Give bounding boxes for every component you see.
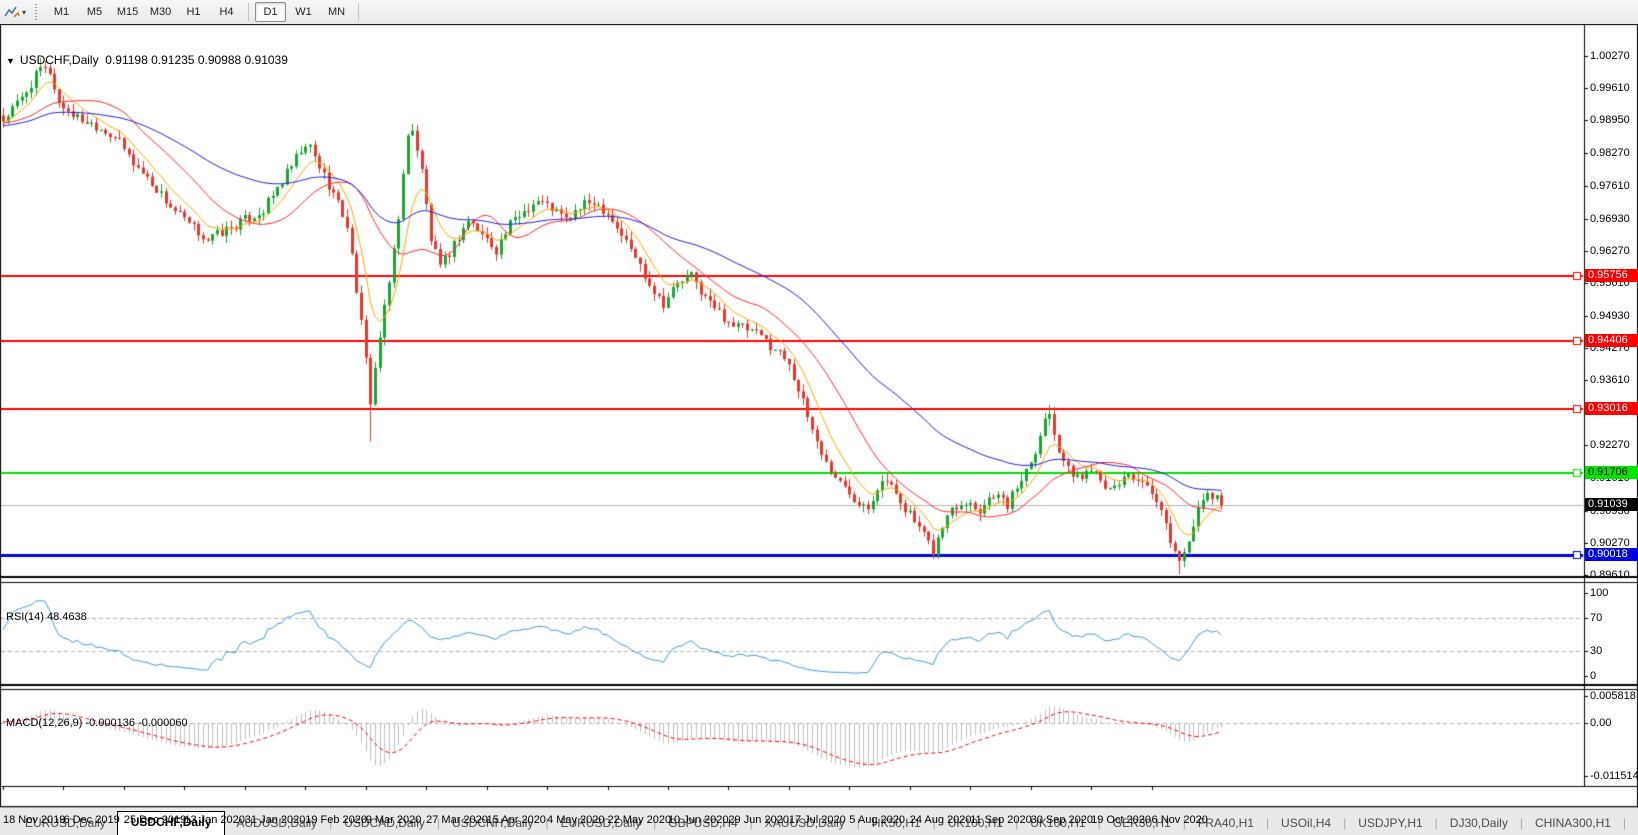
toolbar-separator <box>358 3 360 21</box>
collapse-arrow-icon[interactable]: ▼ <box>6 56 15 66</box>
chart-title-symbol: USDCHF,Daily <box>19 53 99 67</box>
price-badge: 0.95756 <box>1585 268 1638 282</box>
chevron-down-icon[interactable]: ▾ <box>22 8 26 17</box>
price-axis-label: 0.92270 <box>1590 439 1630 452</box>
timeframe-button-h1[interactable]: H1 <box>178 2 209 22</box>
rsi-axis-label: 0 <box>1590 670 1597 682</box>
macd-axis-label: 0.00 <box>1590 717 1612 729</box>
macd-indicator-label: MACD(12,26,9) -0.000136 -0.000060 <box>6 717 188 729</box>
date-axis-label: 5 Aug 2020 <box>849 814 905 826</box>
date-axis-label: 6 Nov 2020 <box>1151 814 1208 826</box>
timeframe-button-w1[interactable]: W1 <box>288 2 319 22</box>
top-toolbar: ▾ M1 M5 M15 M30 H1 H4 D1 W1 MN <box>0 0 1638 25</box>
chart-window: ▼ USDCHF,Daily 0.91198 0.91235 0.90988 0.… <box>0 24 1638 835</box>
price-axis-label: 1.00270 <box>1590 50 1630 62</box>
price-axis-label: 0.97610 <box>1590 179 1630 192</box>
macd-axis-label: -0.011514 <box>1590 770 1638 783</box>
date-axis-label: 27 Mar 2020 <box>426 814 488 826</box>
symbol-tab-usdjpy-h1[interactable]: USDJPY,H1 <box>1347 813 1433 835</box>
chart-tool-icon <box>4 6 20 18</box>
price-axis-label: 0.94930 <box>1590 309 1630 322</box>
price-badge: 0.93016 <box>1585 402 1638 416</box>
timeframe-button-h4[interactable]: H4 <box>211 2 242 22</box>
symbol-tab-usoil-h4[interactable]: USOil,H4 <box>1270 813 1342 835</box>
date-axis-label: 30 Sep 2020 <box>1030 814 1094 826</box>
chart-canvas[interactable] <box>0 24 1638 835</box>
price-axis-label: 0.90270 <box>1590 536 1630 549</box>
date-axis-label: 6 Dec 2019 <box>63 814 120 826</box>
price-axis-label: 0.96930 <box>1590 212 1630 225</box>
date-axis-label: 17 Jul 2020 <box>788 814 846 826</box>
chart-tool-button[interactable]: ▾ <box>0 5 30 19</box>
date-axis-label: 11 Sep 2020 <box>970 814 1032 826</box>
toolbar-separator <box>248 3 250 21</box>
date-axis-label: 9 Mar 2020 <box>365 814 422 826</box>
symbol-tab-china300-h1[interactable]: CHINA300,H1 <box>1524 813 1622 835</box>
price-axis-label: 0.96270 <box>1590 244 1630 257</box>
timeframe-button-d1[interactable]: D1 <box>255 2 287 22</box>
timeframe-button-m15[interactable]: M15 <box>112 2 143 22</box>
price-axis-label: 0.98950 <box>1590 114 1630 127</box>
price-axis-label: 0.89610 <box>1590 569 1630 581</box>
symbol-tab-dj30-daily[interactable]: DJ30,Daily <box>1439 813 1519 835</box>
price-axis-label: 0.93610 <box>1590 374 1630 387</box>
rsi-axis-label: 30 <box>1590 645 1603 658</box>
chart-title: ▼ USDCHF,Daily 0.91198 0.91235 0.90988 0.… <box>6 53 288 67</box>
price-badge: 0.94406 <box>1585 334 1638 348</box>
date-axis-label: 15 Apr 2020 <box>486 814 546 826</box>
rsi-indicator-label: RSI(14) 48.4638 <box>6 611 87 623</box>
date-axis-label: 24 Aug 2020 <box>909 814 972 826</box>
price-badge: 0.91706 <box>1585 465 1638 479</box>
chart-title-ohlc: 0.91198 0.91235 0.90988 0.91039 <box>105 53 288 67</box>
date-axis-label: 22 May 2020 <box>607 814 672 826</box>
macd-axis-label: 0.005818 <box>1590 689 1636 702</box>
date-axis-label: 25 Dec 2019 <box>123 814 187 826</box>
price-badge: 0.90018 <box>1585 548 1638 562</box>
timeframe-button-group: M1 M5 M15 M30 H1 H4 D1 W1 MN <box>45 2 364 22</box>
price-axis-label: 0.99610 <box>1590 82 1630 95</box>
timeframe-button-m1[interactable]: M1 <box>46 2 77 22</box>
timeframe-button-m5[interactable]: M5 <box>79 2 110 22</box>
date-axis-label: 4 May 2020 <box>547 814 605 826</box>
date-axis-label: 10 Jun 2020 <box>667 814 729 826</box>
timeframe-button-m30[interactable]: M30 <box>145 2 176 22</box>
date-axis-label: 29 Jun 2020 <box>728 814 789 826</box>
symbol-tab-usoil-h1[interactable]: USOil,H1 <box>1627 813 1638 835</box>
date-axis-label: 19 Feb 2020 <box>305 814 368 826</box>
date-axis-label: 18 Nov 2019 <box>3 814 66 826</box>
date-axis-label: 31 Jan 2020 <box>244 814 306 826</box>
rsi-axis-label: 100 <box>1590 587 1609 599</box>
timeframe-button-mn[interactable]: MN <box>321 2 352 22</box>
price-axis-label: 0.98270 <box>1590 147 1630 160</box>
date-axis-label: 13 Jan 2020 <box>184 814 245 826</box>
date-axis-label: 19 Oct 2020 <box>1091 814 1152 826</box>
toolbar-grip[interactable] <box>34 4 40 20</box>
price-badge: 0.91039 <box>1585 498 1638 512</box>
rsi-axis-label: 70 <box>1590 611 1603 624</box>
